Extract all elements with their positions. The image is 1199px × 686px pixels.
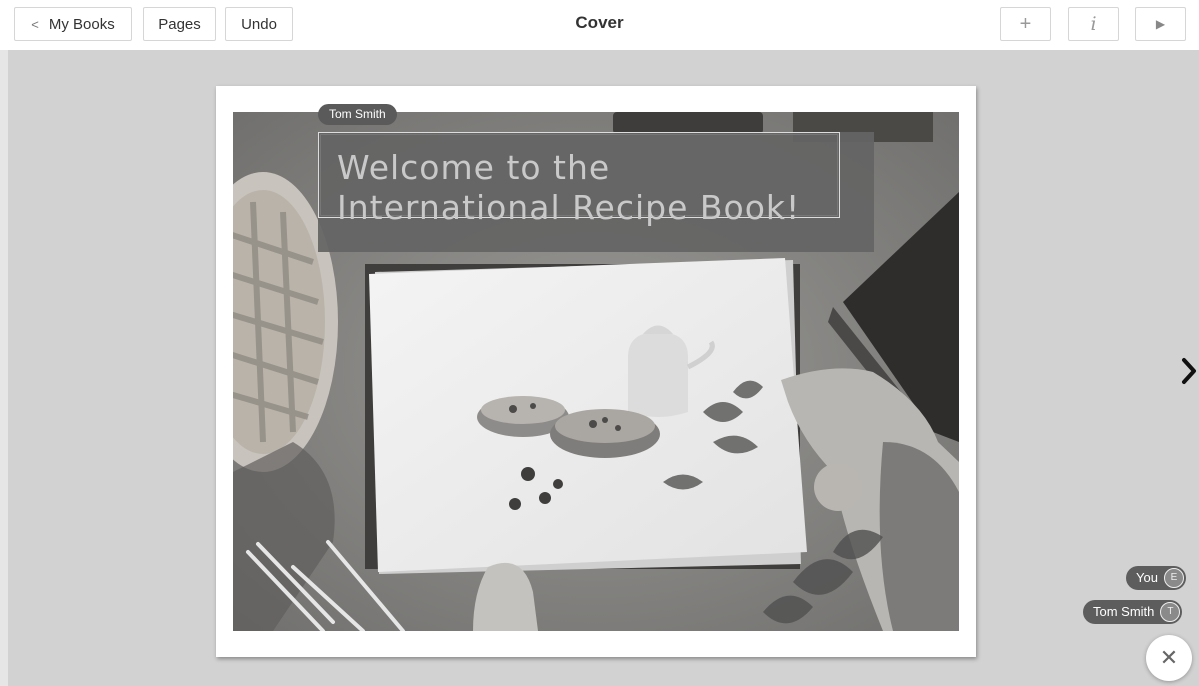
undo-button-label: Undo [241,15,277,33]
cover-title-line-1: Welcome to the [337,148,611,187]
collaborator-name: You [1136,570,1158,585]
info-icon: i [1090,13,1097,35]
collaborator-name: Tom Smith [1093,604,1155,619]
pages-button[interactable]: Pages [143,7,216,41]
back-to-my-books-button[interactable]: < My Books [14,7,132,41]
add-button[interactable]: + [1000,7,1051,41]
cover-page[interactable]: Welcome to the International Recipe Book… [216,86,976,657]
editor-name-tag: Tom Smith [318,104,397,125]
collaborator-avatar: E [1163,568,1184,588]
collaborator-pill-tom-smith: Tom Smith T [1083,600,1183,624]
cover-title-line-2: International Recipe Book! [337,188,801,227]
info-button[interactable]: i [1068,7,1119,41]
next-page-arrow-icon[interactable] [1180,356,1198,386]
back-button-label: My Books [48,15,115,33]
cover-title-text[interactable]: Welcome to the International Recipe Book… [337,148,877,228]
chevron-left-icon: < [31,16,39,32]
collaborator-avatar: T [1160,602,1181,622]
plus-icon: + [1019,12,1032,35]
undo-button[interactable]: Undo [225,7,293,41]
collaborator-pill-you: You E [1126,566,1186,590]
play-icon: ▶ [1155,17,1166,31]
top-toolbar: < My Books Pages Undo Cover + i ▶ [0,0,1199,50]
left-edge-panel [0,50,8,686]
close-icon: ✕ [1159,645,1179,670]
preview-play-button[interactable]: ▶ [1135,7,1186,41]
close-collaborators-button[interactable]: ✕ [1146,635,1192,681]
pages-button-label: Pages [158,15,201,33]
cover-title-box[interactable]: Welcome to the International Recipe Book… [318,132,874,252]
